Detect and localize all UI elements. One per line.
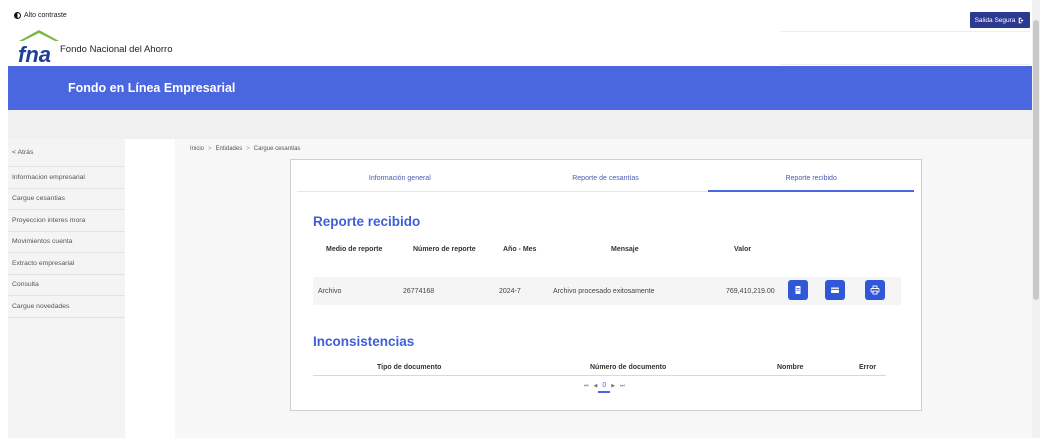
tab-bar: Información general Reporte de cesantías…	[297, 166, 914, 192]
sidebar-item-cargue-cesantias[interactable]: Cargue cesantias	[8, 189, 125, 210]
view-document-button[interactable]	[788, 280, 808, 300]
sidebar-item-extracto-empresarial[interactable]: Extracto empresarial	[8, 253, 125, 275]
sidebar: < Atrás Informacion empresarial Cargue c…	[8, 139, 125, 438]
print-icon	[870, 285, 880, 295]
col-error: Error	[859, 364, 877, 371]
page: Alto contraste fna Fondo Nacional del Ah…	[0, 0, 1040, 438]
card-icon	[831, 287, 839, 293]
current-page[interactable]: 0	[598, 382, 611, 393]
banner-title: Fondo en Línea Empresarial	[68, 81, 236, 95]
tab-reporte-cesantias[interactable]: Reporte de cesantías	[503, 166, 709, 191]
logo-text: Fondo Nacional del Ahorro	[60, 44, 173, 55]
col-numero-reporte: Número de reporte	[413, 246, 476, 253]
cell-valor: 769,410,219.00	[726, 288, 775, 295]
sidebar-item-informacion-empresarial[interactable]: Informacion empresarial	[8, 167, 125, 189]
table-divider	[313, 375, 886, 376]
cell-medio: Archivo	[318, 288, 342, 295]
spacer-band	[8, 110, 1032, 139]
last-page-icon[interactable]: ⏭	[620, 383, 625, 389]
top-header: Alto contraste fna Fondo Nacional del Ah…	[0, 0, 1040, 66]
exit-button[interactable]: Salida Segura	[970, 12, 1030, 28]
sidebar-item-consulta[interactable]: Consulta	[8, 275, 125, 296]
breadcrumb-separator: >	[208, 146, 212, 152]
sidebar-item-movimientos-cuenta[interactable]: Movimientos cuenta	[8, 232, 125, 253]
scrollbar-thumb[interactable]	[1033, 20, 1039, 300]
divider	[780, 64, 1030, 65]
report-card: Información general Reporte de cesantías…	[290, 159, 922, 411]
svg-text:fna: fna	[18, 42, 51, 65]
tab-informacion-general[interactable]: Información general	[297, 166, 503, 191]
main-content: Inicio > Entidades > Cargue cesantias In…	[175, 139, 1032, 438]
inconsistencies-title: Inconsistencias	[313, 334, 415, 349]
cell-mensaje: Archivo procesado exitosamente	[553, 288, 655, 295]
view-card-button[interactable]	[825, 280, 845, 300]
breadcrumb-entidades[interactable]: Entidades	[216, 146, 243, 152]
contrast-icon	[14, 12, 21, 19]
high-contrast-toggle[interactable]: Alto contraste	[14, 12, 67, 19]
breadcrumb-separator: >	[246, 146, 250, 152]
col-medio-reporte: Medio de reporte	[326, 246, 383, 253]
exit-button-label: Salida Segura	[974, 16, 1016, 24]
sidebar-item-proyeccion-interes-mora[interactable]: Proyeccion interes mora	[8, 210, 125, 232]
col-tipo-documento: Tipo de documento	[377, 364, 442, 371]
col-anio-mes: Año - Mes	[503, 246, 537, 253]
tab-reporte-recibido[interactable]: Reporte recibido	[708, 166, 914, 192]
fna-logo[interactable]: fna	[17, 27, 61, 65]
divider	[780, 31, 1030, 32]
breadcrumb: Inicio > Entidades > Cargue cesantias	[190, 146, 300, 152]
next-page-icon[interactable]: ▶	[611, 383, 615, 389]
logout-icon	[1019, 17, 1025, 23]
pagination: ⏮ ◀ 0 ▶ ⏭	[584, 382, 625, 393]
sidebar-item-back[interactable]: < Atrás	[8, 139, 125, 167]
col-nombre: Nombre	[777, 364, 804, 371]
print-button[interactable]	[865, 280, 885, 300]
report-title: Reporte recibido	[313, 214, 421, 229]
breadcrumb-cargue-cesantias: Cargue cesantias	[253, 146, 301, 152]
first-page-icon[interactable]: ⏮	[584, 383, 589, 389]
document-icon	[795, 286, 801, 294]
cell-numero: 26774168	[403, 288, 435, 295]
breadcrumb-inicio[interactable]: Inicio	[190, 146, 204, 152]
high-contrast-label: Alto contraste	[24, 12, 67, 19]
sidebar-item-cargue-novedades[interactable]: Cargue novedades	[8, 296, 125, 318]
prev-page-icon[interactable]: ◀	[594, 383, 598, 389]
scrollbar[interactable]	[1032, 0, 1040, 438]
col-numero-documento: Número de documento	[590, 364, 667, 371]
col-mensaje: Mensaje	[611, 246, 639, 253]
banner: Fondo en Línea Empresarial	[8, 66, 1032, 110]
col-valor: Valor	[734, 246, 752, 253]
cell-anio-mes: 2024-7	[499, 288, 521, 295]
